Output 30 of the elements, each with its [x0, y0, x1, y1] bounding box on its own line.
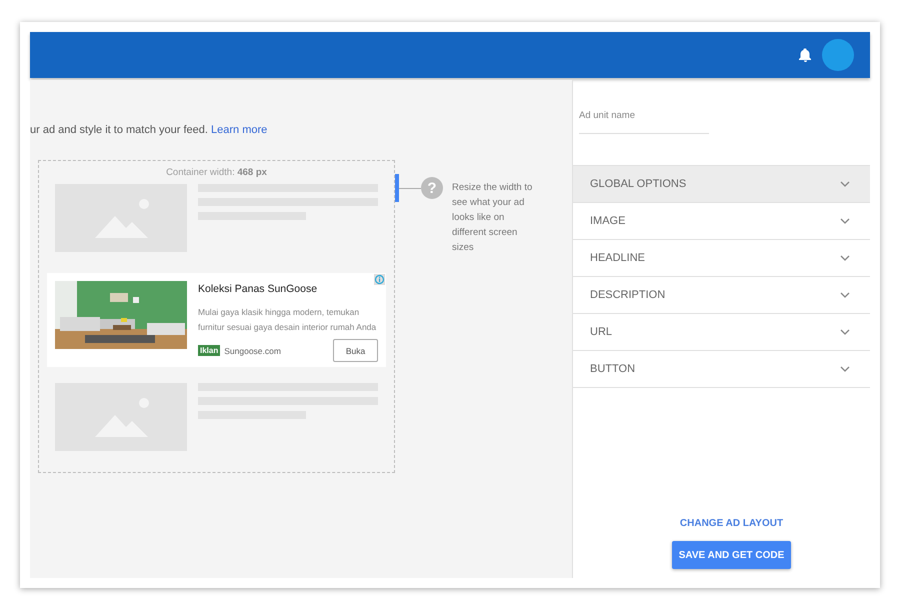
section-label: IMAGE [590, 215, 626, 227]
chevron-down-icon [840, 218, 850, 224]
chevron-down-icon [840, 255, 850, 261]
chevron-down-icon [840, 292, 850, 298]
open-button[interactable]: Buka [333, 339, 378, 362]
chevron-down-icon [840, 366, 850, 372]
avatar[interactable] [822, 39, 854, 71]
ad-unit-name-field[interactable]: Ad unit name [579, 110, 709, 134]
section-label: URL [590, 326, 612, 338]
ad-title: Koleksi Panas SunGoose [198, 283, 318, 295]
resize-hint: Resize the width to see what your ad looks like on different screen sizes [452, 181, 534, 255]
change-layout-link[interactable]: CHANGE AD LAYOUT [680, 518, 784, 529]
section-label: DESCRIPTION [590, 289, 666, 301]
section-label: BUTTON [590, 363, 636, 375]
section-label: GLOBAL OPTIONS [590, 178, 686, 190]
accordion-section[interactable]: GLOBAL OPTIONS [573, 166, 870, 203]
help-icon: ? [421, 177, 443, 199]
bell-icon[interactable] [799, 48, 812, 62]
learn-more-link[interactable]: Learn more [211, 124, 268, 136]
resize-handle[interactable] [395, 174, 399, 202]
intro-text: ur ad and style it to match your feed. Learn more [30, 124, 268, 136]
section-label: HEADLINE [590, 252, 646, 264]
ad-badge: Iklan [198, 345, 220, 356]
save-button[interactable]: SAVE AND GET CODE [672, 541, 792, 569]
chevron-down-icon [840, 329, 850, 335]
container-width-label: Container width: 468 px [166, 167, 267, 178]
chevron-down-icon [840, 181, 850, 187]
ad-domain: Sungoose.com [224, 346, 282, 356]
ad-description: Mulai gaya klasik hingga modern, temukan furnitur sesuai gaya desain interior rumah Anda [198, 306, 378, 334]
info-icon[interactable] [374, 274, 385, 285]
